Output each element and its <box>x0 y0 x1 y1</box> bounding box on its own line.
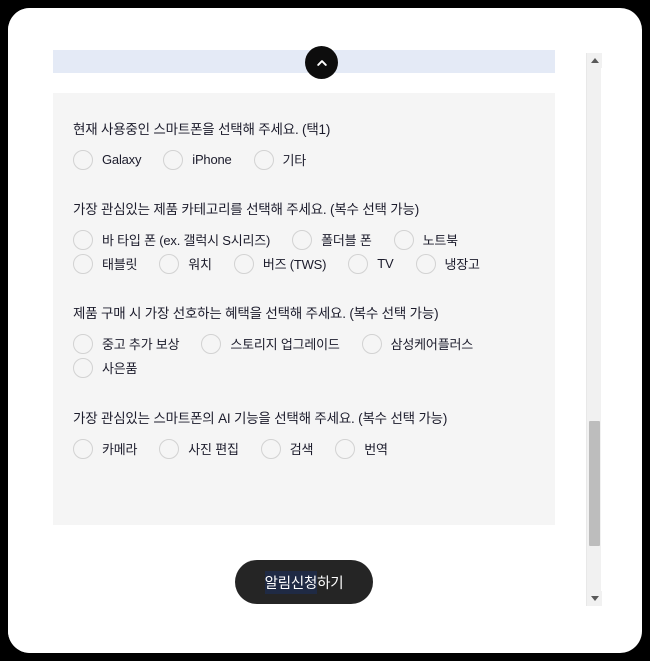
option-rows-3: 중고 추가 보상 스토리지 업그레이드 삼성케어플러스 사은품 <box>73 333 535 378</box>
radio-icon[interactable] <box>163 149 184 170</box>
option-label: TV <box>377 256 394 272</box>
option-label: 카메라 <box>102 442 138 458</box>
option-tablet[interactable]: 태블릿 <box>73 253 138 274</box>
option-label: 바 타입 폰 (ex. 갤럭시 S시리즈) <box>102 233 271 249</box>
option-label: 노트북 <box>422 233 458 249</box>
option-row: 사은품 <box>73 357 535 378</box>
scrollbar-down-button[interactable] <box>587 591 602 606</box>
option-label: 삼성케어플러스 <box>390 337 474 353</box>
option-iphone[interactable]: iPhone <box>163 149 232 170</box>
option-etc[interactable]: 기타 <box>253 149 307 170</box>
radio-icon[interactable] <box>201 333 222 354</box>
option-row: 중고 추가 보상 스토리지 업그레이드 삼성케어플러스 <box>73 333 535 354</box>
option-bar-type-phone[interactable]: 바 타입 폰 (ex. 갤럭시 S시리즈) <box>73 229 271 250</box>
radio-icon[interactable] <box>253 149 274 170</box>
option-notebook[interactable]: 노트북 <box>393 229 458 250</box>
vertical-scrollbar[interactable] <box>586 53 602 606</box>
radio-icon[interactable] <box>361 333 382 354</box>
radio-icon[interactable] <box>73 333 93 354</box>
question-title-2: 가장 관심있는 제품 카테고리를 선택해 주세요. (복수 선택 가능) <box>73 201 420 217</box>
option-trade-in-bonus[interactable]: 중고 추가 보상 <box>73 333 180 354</box>
option-photo-edit[interactable]: 사진 편집 <box>159 438 239 459</box>
option-row: 태블릿 워치 버즈 (TWS) TV 냉장고 <box>73 253 535 274</box>
survey-form-panel: 현재 사용중인 스마트폰을 선택해 주세요. (택1) Galaxy iPhon… <box>53 93 555 525</box>
radio-icon[interactable] <box>233 253 254 274</box>
option-label: 검색 <box>289 442 314 458</box>
text-selection-highlight-strip <box>53 50 555 73</box>
radio-icon[interactable] <box>73 229 93 250</box>
radio-icon[interactable] <box>73 149 93 170</box>
radio-icon[interactable] <box>335 438 356 459</box>
question-block-2: 가장 관심있는 제품 카테고리를 선택해 주세요. (복수 선택 가능) 바 타… <box>53 174 555 274</box>
triangle-down-icon <box>590 596 599 601</box>
option-tv[interactable]: TV <box>348 253 394 274</box>
radio-icon[interactable] <box>73 253 93 274</box>
option-galaxy[interactable]: Galaxy <box>73 149 142 170</box>
submit-label-selected: 알림신청 <box>264 570 317 594</box>
option-label: 폴더블 폰 <box>321 233 372 249</box>
option-label: 버즈 (TWS) <box>262 257 327 273</box>
option-label: 태블릿 <box>102 257 138 273</box>
radio-icon[interactable] <box>73 438 93 459</box>
question-title-1: 현재 사용중인 스마트폰을 선택해 주세요. (택1) <box>73 122 331 137</box>
question-block-3: 제품 구매 시 가장 선호하는 혜택을 선택해 주세요. (복수 선택 가능) … <box>53 278 555 378</box>
option-label: 스토리지 업그레이드 <box>230 337 340 353</box>
option-label: 번역 <box>364 442 388 458</box>
option-search[interactable]: 검색 <box>260 438 314 459</box>
option-label: Galaxy <box>102 152 142 168</box>
scrollbar-thumb[interactable] <box>589 421 600 546</box>
option-rows-2: 바 타입 폰 (ex. 갤럭시 S시리즈) 폴더블 폰 노트북 태블릿 워치 버… <box>73 229 535 274</box>
option-label: 워치 <box>188 257 212 273</box>
question-title-4: 가장 관심있는 스마트폰의 AI 기능을 선택해 주세요. (복수 선택 가능) <box>73 410 448 426</box>
option-label: 중고 추가 보상 <box>102 337 180 353</box>
question-block-4: 가장 관심있는 스마트폰의 AI 기능을 선택해 주세요. (복수 선택 가능)… <box>53 382 555 459</box>
radio-icon[interactable] <box>292 229 313 250</box>
radio-icon[interactable] <box>73 357 93 378</box>
question-title-3: 제품 구매 시 가장 선호하는 혜택을 선택해 주세요. (복수 선택 가능) <box>73 305 439 321</box>
option-label: 사은품 <box>102 361 138 377</box>
radio-icon[interactable] <box>348 253 369 274</box>
option-refrigerator[interactable]: 냉장고 <box>415 253 480 274</box>
option-label: iPhone <box>192 152 232 168</box>
question-block-1: 현재 사용중인 스마트폰을 선택해 주세요. (택1) Galaxy iPhon… <box>53 93 555 170</box>
option-rows-1: Galaxy iPhone 기타 <box>73 149 535 170</box>
option-row: Galaxy iPhone 기타 <box>73 149 535 170</box>
option-row: 카메라 사진 편집 검색 번역 <box>73 438 535 459</box>
option-rows-4: 카메라 사진 편집 검색 번역 <box>73 438 535 459</box>
radio-icon[interactable] <box>260 438 281 459</box>
option-row: 바 타입 폰 (ex. 갤럭시 S시리즈) 폴더블 폰 노트북 <box>73 229 535 250</box>
scrollbar-up-button[interactable] <box>587 53 602 68</box>
notify-signup-button[interactable]: 알림신청 하기 <box>234 560 374 604</box>
option-buds[interactable]: 버즈 (TWS) <box>233 253 327 274</box>
radio-icon[interactable] <box>159 253 180 274</box>
option-label: 사진 편집 <box>188 442 239 458</box>
option-translate[interactable]: 번역 <box>335 438 388 459</box>
option-samsung-care-plus[interactable]: 삼성케어플러스 <box>361 333 474 354</box>
option-label: 냉장고 <box>444 257 480 273</box>
radio-icon[interactable] <box>159 438 180 459</box>
submit-label-rest: 하기 <box>317 575 344 592</box>
radio-icon[interactable] <box>415 253 436 274</box>
option-camera[interactable]: 카메라 <box>73 438 138 459</box>
radio-icon[interactable] <box>393 229 414 250</box>
triangle-up-icon <box>590 58 599 63</box>
browser-window: 현재 사용중인 스마트폰을 선택해 주세요. (택1) Galaxy iPhon… <box>8 8 642 653</box>
option-storage-upgrade[interactable]: 스토리지 업그레이드 <box>201 333 340 354</box>
option-label: 기타 <box>282 153 307 169</box>
submit-row: 알림신청 하기 <box>53 560 555 604</box>
chevron-up-icon <box>315 56 329 70</box>
option-watch[interactable]: 워치 <box>159 253 212 274</box>
option-free-gift[interactable]: 사은품 <box>73 357 138 378</box>
option-foldable-phone[interactable]: 폴더블 폰 <box>292 229 372 250</box>
scroll-to-top-button[interactable] <box>305 46 338 79</box>
page-viewport: 현재 사용중인 스마트폰을 선택해 주세요. (택1) Galaxy iPhon… <box>8 8 578 653</box>
